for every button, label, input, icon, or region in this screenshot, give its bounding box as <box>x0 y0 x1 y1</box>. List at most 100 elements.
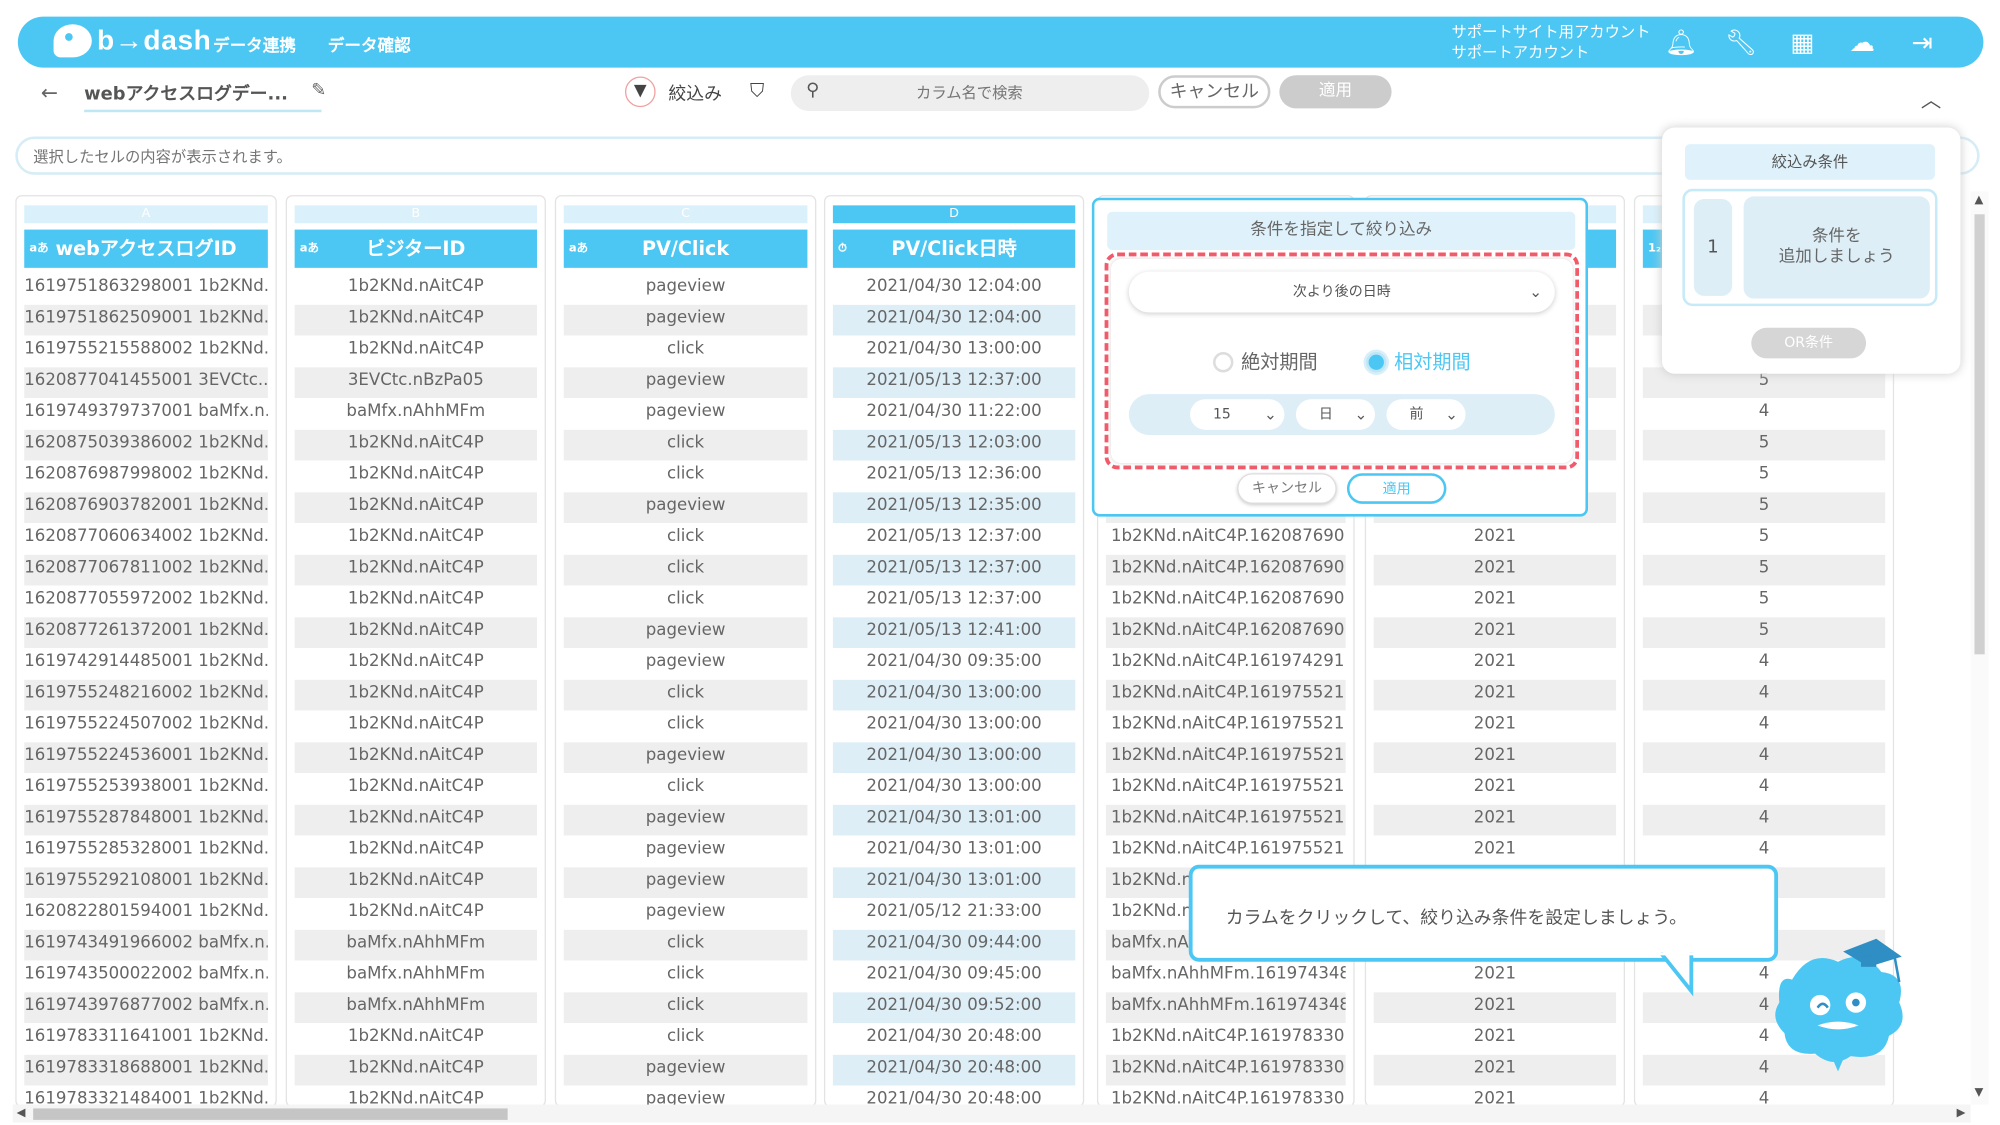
table-cell[interactable]: 2021/04/30 12:04:00 <box>833 273 1075 304</box>
table-cell[interactable]: 1b2KNd.nAitC4P <box>295 835 537 866</box>
table-cell[interactable]: 1b2KNd.nAitC4P <box>295 523 537 554</box>
table-cell[interactable]: 2021 <box>1373 1054 1617 1086</box>
table-cell[interactable]: 1b2KNd.nAitC4P.161975521... <box>1106 710 1346 741</box>
table-cell[interactable]: 1620877067811002 1b2KNd... <box>24 554 268 586</box>
scroll-down-icon[interactable]: ▼ <box>1974 1087 1983 1100</box>
table-cell[interactable]: 2021 <box>1374 648 1616 679</box>
table-cell[interactable]: pageview <box>563 366 808 398</box>
table-cell[interactable]: baMfx.nAhhMFm <box>294 991 537 1023</box>
table-cell[interactable]: 1620822801594001 1b2KNd... <box>24 898 268 929</box>
column-letter[interactable]: C <box>563 205 808 224</box>
table-cell[interactable]: 4 <box>1643 648 1885 679</box>
table-cell[interactable]: click <box>564 335 808 366</box>
search-input[interactable] <box>841 80 1097 106</box>
scroll-up-icon[interactable]: ▲ <box>1974 194 1983 207</box>
table-cell[interactable]: 2021 <box>1373 741 1617 773</box>
table-cell[interactable]: pageview <box>563 741 808 773</box>
logo[interactable]: b→dash <box>53 24 212 58</box>
table-cell[interactable]: 2021 <box>1374 523 1616 554</box>
table-cell[interactable]: 1619755224507002 1b2KNd... <box>24 710 268 741</box>
table-cell[interactable]: 1b2KNd.nAitC4P <box>294 1054 537 1086</box>
toolbar-apply-button[interactable]: 適用 <box>1279 75 1392 109</box>
column-header[interactable]: ⏱ PV/Click日時 <box>832 229 1076 268</box>
table-cell[interactable]: pageview <box>563 491 808 523</box>
table-cell[interactable]: 2021 <box>1373 991 1617 1023</box>
table-cell[interactable]: 2021 <box>1374 585 1616 616</box>
column-header[interactable]: aあ ビジターID <box>294 229 537 268</box>
table-cell[interactable]: 5 <box>1642 554 1886 586</box>
pencil-icon[interactable]: ✎ <box>311 80 326 100</box>
table-cell[interactable]: 3EVCtc.nBzPa05 <box>294 366 537 398</box>
radio-absolute[interactable]: 絶対期間 <box>1213 348 1318 375</box>
table-cell[interactable]: 5 <box>1643 523 1885 554</box>
table-cell[interactable]: 1620875039386002 1b2KNd... <box>24 429 268 461</box>
table-cell[interactable]: 1b2KNd.nAitC4P <box>295 898 537 929</box>
table-cell[interactable]: 5 <box>1643 585 1885 616</box>
table-cell[interactable]: 1620876987998002 1b2KNd... <box>24 460 268 491</box>
table-cell[interactable]: click <box>564 460 808 491</box>
table-cell[interactable]: click <box>564 960 808 991</box>
table-cell[interactable]: pageview <box>564 835 808 866</box>
table-cell[interactable]: 2021/05/13 12:03:00 <box>832 429 1076 461</box>
nav-data-check[interactable]: データ確認 <box>328 32 411 56</box>
table-cell[interactable]: 2021 <box>1373 616 1617 648</box>
scroll-right-icon[interactable]: ▶ <box>1957 1107 1966 1120</box>
table-cell[interactable]: 2021/04/30 13:00:00 <box>832 741 1076 773</box>
table-cell[interactable]: pageview <box>563 1054 808 1086</box>
shield-icon[interactable]: ⛉ <box>750 79 764 102</box>
radio-relative[interactable]: 相対期間 <box>1366 348 1471 375</box>
table-cell[interactable]: 2021/04/30 13:00:00 <box>833 773 1075 804</box>
table-cell[interactable]: 1b2KNd.nAitC4P <box>294 616 537 648</box>
add-condition-button[interactable]: 条件を 追加しましょう <box>1743 196 1930 299</box>
table-cell[interactable]: 1619755292108001 1b2KNd... <box>24 866 268 898</box>
table-cell[interactable]: pageview <box>564 898 808 929</box>
table-cell[interactable]: 1b2KNd.nAitC4P <box>295 648 537 679</box>
table-cell[interactable]: 1619743500022002 baMfx.n... <box>24 960 268 991</box>
table-cell[interactable]: 1619783311641001 1b2KNd... <box>24 1023 268 1054</box>
table-cell[interactable]: 1620877261372001 1b2KNd... <box>24 616 268 648</box>
table-cell[interactable]: 1b2KNd.nAitC4P <box>295 335 537 366</box>
column-header[interactable]: aあ PV/Click <box>563 229 808 268</box>
table-cell[interactable]: 1b2KNd.nAitC4P <box>294 304 537 336</box>
table-cell[interactable]: 1b2KNd.nAitC4P.161974291... <box>1106 648 1346 679</box>
table-cell[interactable]: 2021/04/30 13:01:00 <box>832 866 1076 898</box>
scroll-left-icon[interactable]: ◀ <box>17 1107 26 1120</box>
table-cell[interactable]: baMfx.nAhhMFm.161974348... <box>1106 960 1346 991</box>
column-letter[interactable]: A <box>24 205 268 224</box>
direction-select[interactable]: 前 ⌄ <box>1386 399 1466 430</box>
table-cell[interactable]: 1b2KNd.nAitC4P <box>294 429 537 461</box>
amount-select[interactable]: 15 ⌄ <box>1190 399 1285 430</box>
vertical-scrollbar[interactable]: ▲ ▼ <box>1970 191 1989 1105</box>
table-cell[interactable]: 2021 <box>1373 554 1617 586</box>
table-cell[interactable]: 2021/05/13 12:36:00 <box>833 460 1075 491</box>
table-cell[interactable]: 2021/04/30 09:44:00 <box>832 929 1076 961</box>
grid-icon[interactable]: ▦ <box>1784 27 1820 58</box>
logout-icon[interactable]: ⇥ <box>1904 27 1940 58</box>
operator-select[interactable]: 次より後の日時 ⌄ <box>1128 271 1555 313</box>
table-cell[interactable]: click <box>564 1023 808 1054</box>
table-cell[interactable]: 1b2KNd.nAitC4P <box>294 554 537 586</box>
table-cell[interactable]: click <box>564 773 808 804</box>
table-cell[interactable]: 4 <box>1642 741 1886 773</box>
horizontal-scroll-thumb[interactable] <box>33 1108 508 1120</box>
table-cell[interactable]: click <box>563 429 808 461</box>
table-cell[interactable]: 1619755248216002 1b2KNd... <box>24 679 268 711</box>
table-cell[interactable]: 2021/04/30 09:35:00 <box>833 648 1075 679</box>
table-cell[interactable]: 1b2KNd.nAitC4P.161978330... <box>1106 1023 1346 1054</box>
table-cell[interactable]: click <box>563 554 808 586</box>
table-cell[interactable]: pageview <box>563 616 808 648</box>
table-cell[interactable]: 5 <box>1642 429 1886 461</box>
table-cell[interactable]: 2021 <box>1374 960 1616 991</box>
table-cell[interactable]: 2021/05/13 12:37:00 <box>832 366 1076 398</box>
table-cell[interactable]: 1b2KNd.nAitC4P <box>295 1023 537 1054</box>
table-cell[interactable]: 1b2KNd.nAitC4P <box>295 773 537 804</box>
column-letter[interactable]: D <box>832 205 1076 224</box>
table-cell[interactable]: 4 <box>1642 804 1886 836</box>
table-cell[interactable]: 1619742914485001 1b2KNd... <box>24 648 268 679</box>
table-cell[interactable]: baMfx.nAhhMFm <box>294 929 537 961</box>
table-cell[interactable]: 1620877055972002 1b2KNd... <box>24 585 268 616</box>
table-cell[interactable]: 1619749379737001 baMfx.n... <box>24 398 268 429</box>
table-cell[interactable]: 1b2KNd.nAitC4P <box>295 273 537 304</box>
table-cell[interactable]: 2021 <box>1373 804 1617 836</box>
table-cell[interactable]: 1b2KNd.nAitC4P <box>294 866 537 898</box>
